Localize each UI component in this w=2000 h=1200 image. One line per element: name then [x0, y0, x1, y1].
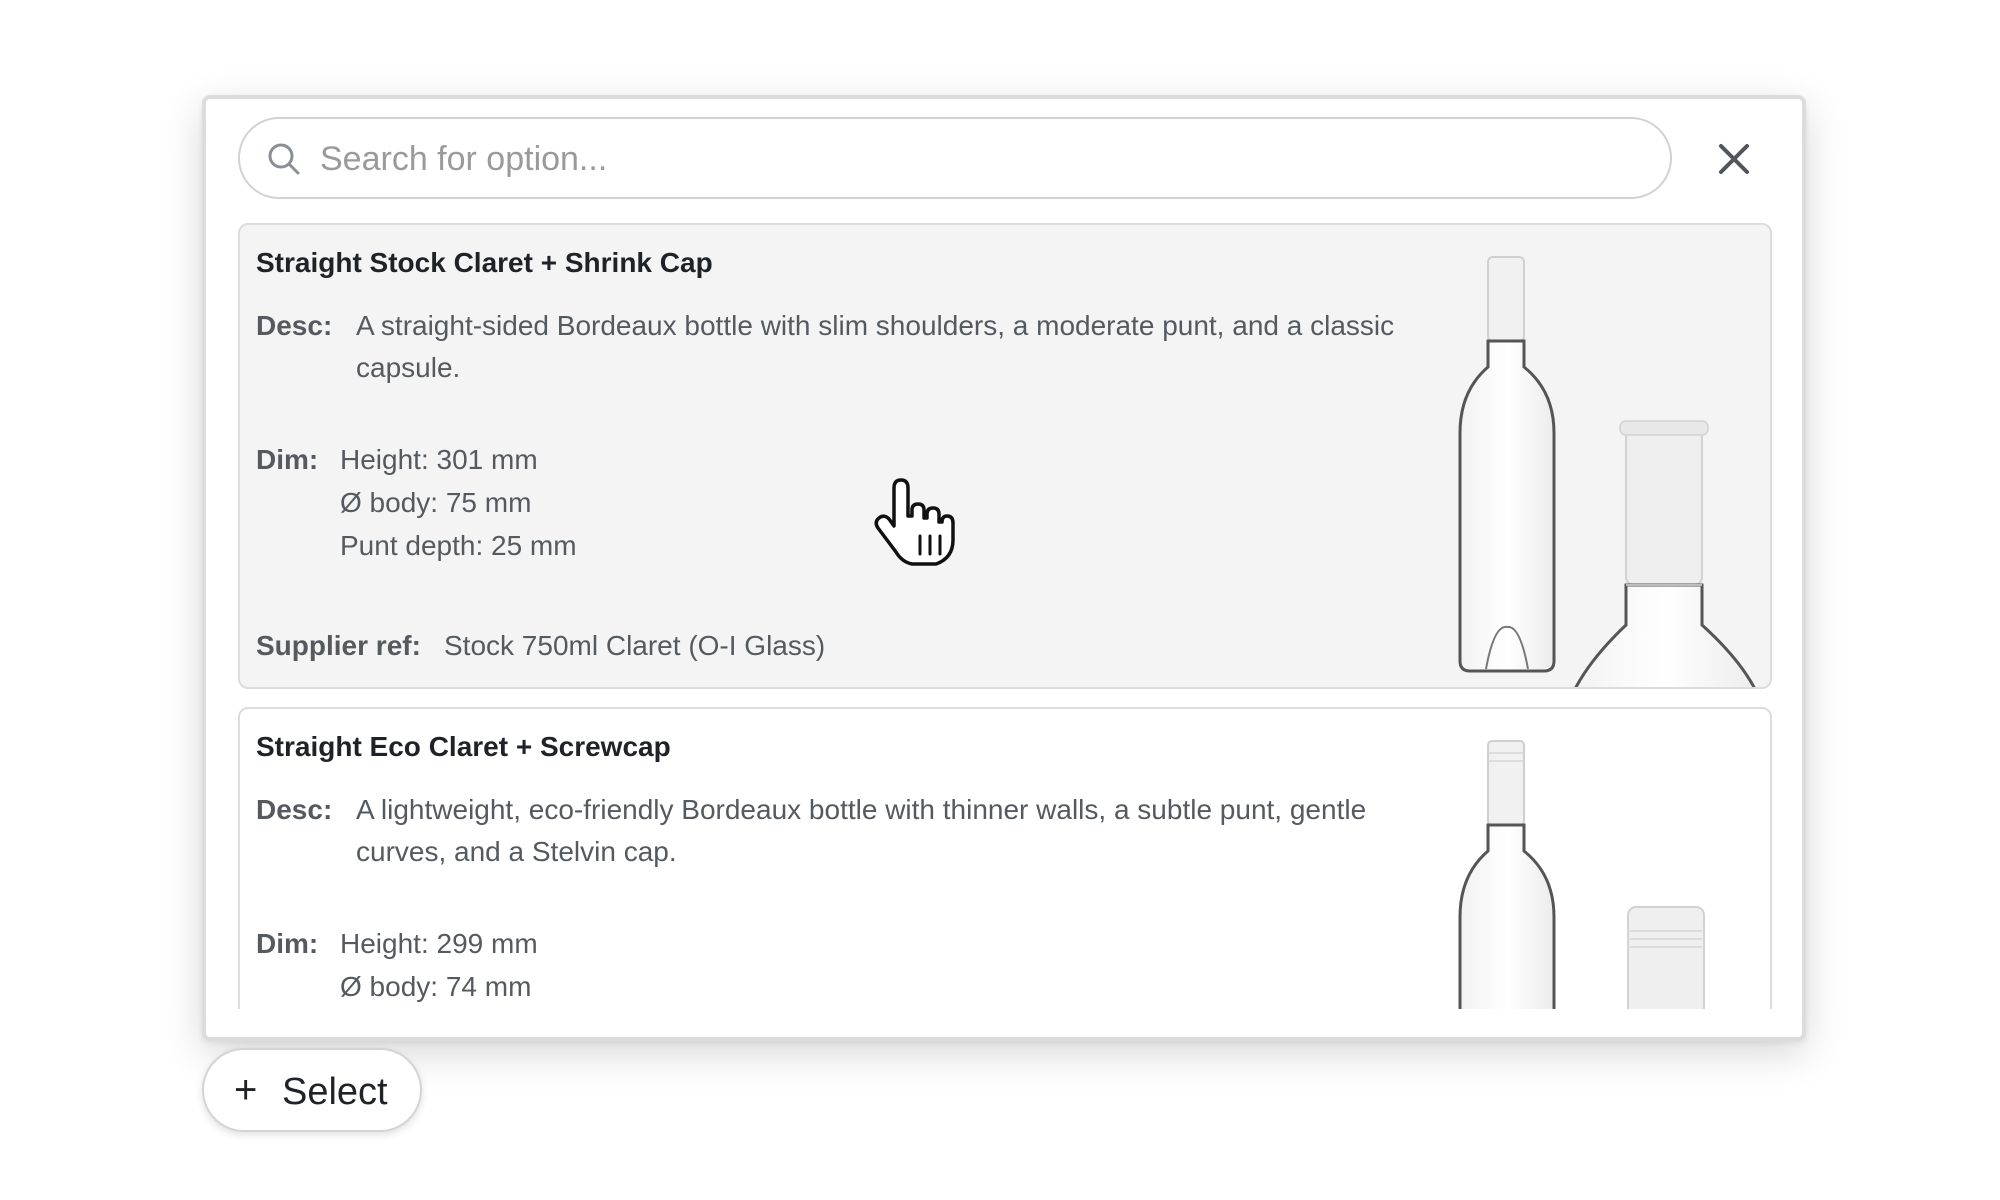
dim-punt-depth: Punt depth: 25 mm [340, 530, 577, 561]
search-input[interactable] [318, 129, 1642, 189]
search-icon [268, 143, 300, 175]
option-item-eco-claret[interactable]: Straight Eco Claret + Screwcap Desc: A l… [238, 707, 1772, 1009]
dim-height: Height: 301 mm [340, 444, 538, 475]
dim-body-diameter: Ø body: 75 mm [340, 487, 532, 518]
desc-text: A straight-sided Bordeaux bottle with sl… [356, 310, 1395, 383]
dim-label: Dim: [256, 444, 319, 475]
plus-icon: + [234, 1068, 258, 1112]
options-list: Straight Stock Claret + Shrink Cap Desc:… [238, 223, 1772, 1009]
desc-label: Desc: [256, 310, 333, 341]
desc-text: A lightweight, eco-friendly Bordeaux bot… [356, 794, 1367, 867]
dim-label: Dim: [256, 928, 319, 959]
ref-text: Stock 750ml Claret (O-I Glass) [444, 630, 826, 661]
wine-bottle-image [1440, 709, 1770, 1009]
desc-label: Desc: [256, 794, 333, 825]
select-button[interactable]: + Select [202, 1048, 422, 1132]
option-picker-dropdown: Straight Stock Claret + Shrink Cap Desc:… [202, 95, 1806, 1041]
search-box[interactable] [238, 117, 1672, 199]
ref-label: Supplier ref: [256, 630, 421, 661]
select-button-label: Select [282, 1071, 388, 1113]
option-title: Straight Stock Claret + Shrink Cap [256, 247, 713, 278]
dim-body-diameter: Ø body: 74 mm [340, 971, 532, 1002]
close-icon[interactable] [1704, 129, 1764, 189]
option-item-stock-claret[interactable]: Straight Stock Claret + Shrink Cap Desc:… [238, 223, 1772, 689]
wine-bottle-image [1440, 225, 1770, 687]
dim-height: Height: 299 mm [340, 928, 538, 959]
option-title: Straight Eco Claret + Screwcap [256, 731, 671, 762]
